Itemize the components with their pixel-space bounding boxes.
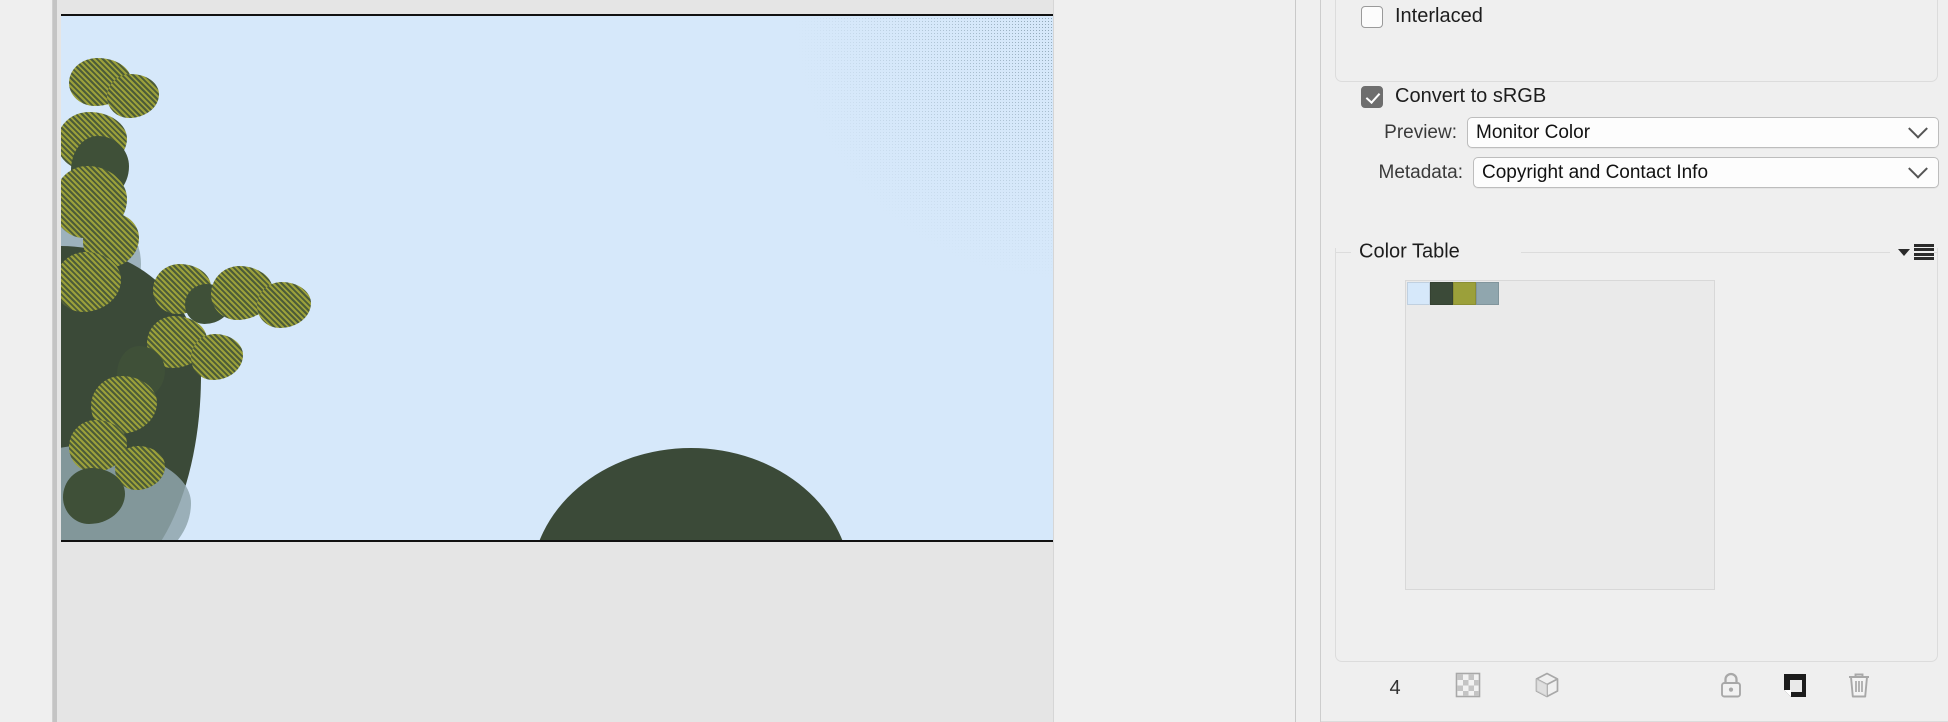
- color-table-swatch-area[interactable]: [1405, 280, 1715, 590]
- new-color-icon[interactable]: [1782, 672, 1808, 705]
- metadata-row[interactable]: Metadata: Copyright and Contact Info: [1339, 157, 1939, 188]
- foliage-blob: [107, 74, 159, 118]
- pane-divider: [1295, 0, 1296, 722]
- interlaced-label: Interlaced: [1395, 5, 1483, 27]
- web-snap-row[interactable]: Web Snap: 0%: [1661, 4, 1948, 35]
- canvas-below-image: [61, 544, 1053, 722]
- sky-dither-gradient: [757, 16, 1053, 316]
- web-safe-cube-icon[interactable]: [1533, 671, 1561, 705]
- interlaced-row[interactable]: Interlaced: [1361, 5, 1483, 28]
- swatch-olive[interactable]: [1453, 282, 1476, 305]
- preview-right-gutter: [1053, 0, 1320, 722]
- hill-silhouette: [531, 448, 851, 540]
- convert-to-srgb-label: Convert to sRGB: [1395, 85, 1547, 107]
- swatch-slate-blue[interactable]: [1476, 282, 1499, 305]
- color-table-title: Color Table: [1351, 240, 1468, 264]
- image-preview-pane: [0, 0, 1320, 722]
- preview-label: Preview:: [1384, 121, 1457, 143]
- foliage-blob: [257, 282, 311, 328]
- preview-combobox[interactable]: Monitor Color: [1467, 117, 1939, 148]
- color-table-toolbar: 4: [1335, 668, 1938, 708]
- swatch-sky-blue[interactable]: [1407, 282, 1430, 305]
- preview-left-gutter: [0, 0, 53, 722]
- color-table-actions-right: [1718, 671, 1872, 705]
- chevron-down-icon[interactable]: [1898, 118, 1938, 147]
- metadata-value: Copyright and Contact Info: [1482, 161, 1709, 183]
- legend-rule-right: [1521, 252, 1937, 253]
- preview-row[interactable]: Preview: Monitor Color: [1339, 117, 1939, 148]
- metadata-label: Metadata:: [1378, 161, 1464, 183]
- foliage-blob: [191, 334, 243, 380]
- save-for-web-dialog: Interlaced Web Snap: 0% Lossy: 0 Convert…: [0, 0, 1948, 722]
- color-swatch-grid: [1406, 281, 1714, 306]
- convert-to-srgb-checkbox[interactable]: [1361, 85, 1383, 108]
- legend-rule-left: [1336, 252, 1352, 253]
- optimization-settings-panel: Interlaced Web Snap: 0% Lossy: 0 Convert…: [1320, 0, 1948, 722]
- transparency-icon[interactable]: [1455, 672, 1481, 704]
- panel-menu-icon[interactable]: [1890, 244, 1934, 260]
- lossy-row[interactable]: Lossy: 0: [1661, 42, 1948, 73]
- metadata-combobox[interactable]: Copyright and Contact Info: [1473, 157, 1939, 188]
- convert-srgb-row[interactable]: Convert to sRGB: [1361, 85, 1546, 108]
- color-count: 4: [1389, 676, 1401, 699]
- lock-icon[interactable]: [1718, 671, 1744, 705]
- preview-value: Monitor Color: [1476, 121, 1591, 143]
- triangle-down-icon: [1898, 248, 1910, 256]
- interlaced-checkbox[interactable]: [1361, 5, 1383, 28]
- hamburger-icon: [1914, 244, 1934, 260]
- trash-icon[interactable]: [1846, 671, 1872, 705]
- preview-canvas-frame[interactable]: [53, 0, 1053, 722]
- optimized-image-preview[interactable]: [61, 14, 1053, 542]
- chevron-down-icon[interactable]: [1898, 158, 1938, 187]
- swatch-dark-green[interactable]: [1430, 282, 1453, 305]
- color-table-actions-left: [1455, 671, 1561, 705]
